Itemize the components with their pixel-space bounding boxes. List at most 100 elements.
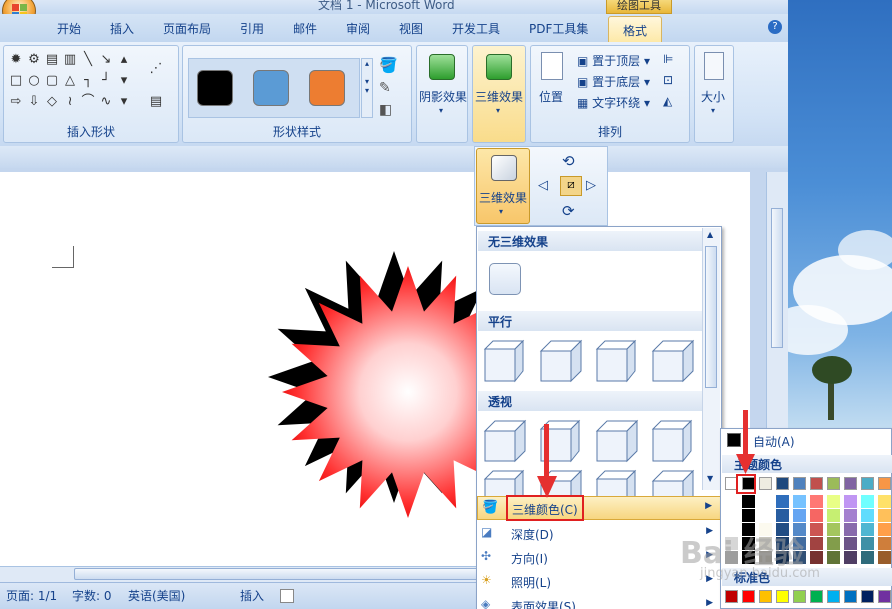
standard-color-swatch[interactable] xyxy=(793,590,806,603)
standard-color-swatch[interactable] xyxy=(878,590,891,603)
style-gallery-scroll[interactable]: ▴ ▾ ▾ xyxy=(361,58,373,118)
chevron-down-icon[interactable]: ▾ xyxy=(439,106,443,115)
tab-review[interactable]: 审阅 xyxy=(346,20,370,37)
theme-color-swatch[interactable] xyxy=(844,477,857,490)
theme-color-shade[interactable] xyxy=(844,509,857,522)
shape-rect-icon[interactable]: □ xyxy=(8,73,24,89)
tab-references[interactable]: 引用 xyxy=(240,20,264,37)
tab-format[interactable]: 格式 xyxy=(608,16,662,42)
shape-more-icon[interactable]: ▾ xyxy=(116,73,132,89)
group-icon[interactable]: ⊡ xyxy=(663,73,673,87)
theme-color-shade[interactable] xyxy=(878,509,891,522)
theme-color-shade[interactable] xyxy=(827,537,840,550)
tab-view[interactable]: 视图 xyxy=(399,20,423,37)
gallery-scroll-thumb[interactable] xyxy=(705,246,717,388)
tilt-down-icon[interactable]: ⟳ xyxy=(562,202,575,220)
scroll-up-icon[interactable]: ▲ xyxy=(707,230,713,239)
style-swatch-blue[interactable] xyxy=(253,70,289,106)
align-icon[interactable]: ⊫ xyxy=(663,52,673,66)
tab-insert[interactable]: 插入 xyxy=(110,20,134,37)
theme-color-shade[interactable] xyxy=(844,495,857,508)
theme-color-shade[interactable] xyxy=(844,551,857,564)
standard-color-swatch[interactable] xyxy=(844,590,857,603)
macro-record-icon[interactable] xyxy=(280,589,294,603)
standard-color-swatch[interactable] xyxy=(725,590,738,603)
shape-triangle-icon[interactable]: △ xyxy=(62,73,78,89)
theme-color-shade[interactable] xyxy=(810,509,823,522)
shape-right-arrow-icon[interactable]: ⇨ xyxy=(8,94,24,110)
shape-callout-icon[interactable]: ◇ xyxy=(44,94,60,110)
theme-color-swatch[interactable] xyxy=(759,477,772,490)
theme-color-shade[interactable] xyxy=(861,509,874,522)
tilt-right-icon[interactable]: ▷ xyxy=(586,178,596,193)
theme-color-shade[interactable] xyxy=(844,537,857,550)
theme-color-shade[interactable] xyxy=(759,509,772,522)
shape-roundrect-icon[interactable]: ▢ xyxy=(44,73,60,89)
theme-color-swatch[interactable] xyxy=(810,477,823,490)
theme-color-shade[interactable] xyxy=(776,495,789,508)
standard-color-swatch[interactable] xyxy=(759,590,772,603)
theme-color-swatch[interactable] xyxy=(793,477,806,490)
tilt-up-icon[interactable]: ⟲ xyxy=(562,152,575,170)
change-shape-icon[interactable]: ◧ xyxy=(379,102,392,118)
theme-color-shade[interactable] xyxy=(861,523,874,536)
shape-expand-icon[interactable]: ▾ xyxy=(116,94,132,110)
shape-arc-icon[interactable]: ⌒ xyxy=(80,94,96,110)
shape-vtextbox-icon[interactable]: ▥ xyxy=(62,52,78,68)
shape-elbow-arrow-icon[interactable]: ┘ xyxy=(98,73,114,89)
shadow-effects-label[interactable]: 阴影效果 xyxy=(419,88,467,105)
no-3d-option[interactable] xyxy=(489,263,521,295)
3d-toggle-icon[interactable]: ⧄ xyxy=(560,176,582,196)
theme-color-shade[interactable] xyxy=(810,523,823,536)
shape-star16-icon[interactable]: ✹ xyxy=(8,52,24,68)
theme-color-shade[interactable] xyxy=(878,537,891,550)
theme-color-shade[interactable] xyxy=(742,509,755,522)
tab-mailings[interactable]: 邮件 xyxy=(293,20,317,37)
size-icon[interactable] xyxy=(704,52,724,80)
tab-home[interactable]: 开始 xyxy=(57,20,81,37)
theme-color-shade[interactable] xyxy=(827,509,840,522)
shape-textbox-icon[interactable]: ▤ xyxy=(44,52,60,68)
theme-color-shade[interactable] xyxy=(759,495,772,508)
status-mode[interactable]: 插入 xyxy=(240,587,264,604)
chevron-down-icon[interactable]: ▾ xyxy=(711,106,715,115)
shadow-effects-icon[interactable] xyxy=(429,54,455,80)
shape-outline-icon[interactable]: ✎ xyxy=(379,80,391,96)
theme-color-shade[interactable] xyxy=(810,551,823,564)
3d-effects-icon[interactable] xyxy=(486,54,512,80)
shape-line-icon[interactable]: ╲ xyxy=(80,52,96,68)
3d-effects-label[interactable]: 三维效果 xyxy=(475,88,523,105)
shape-oval-icon[interactable]: ○ xyxy=(26,73,42,89)
theme-color-shade[interactable] xyxy=(861,537,874,550)
theme-color-swatch[interactable] xyxy=(827,477,840,490)
theme-color-shade[interactable] xyxy=(878,523,891,536)
bring-to-front-button[interactable]: ▣ 置于顶层 ▾ xyxy=(577,52,650,69)
edit-points-icon[interactable]: ⋰ xyxy=(148,61,164,77)
theme-color-swatch[interactable] xyxy=(878,477,891,490)
tab-pdf-tools[interactable]: PDF工具集 xyxy=(529,20,588,37)
theme-color-shade[interactable] xyxy=(827,551,840,564)
theme-color-shade[interactable] xyxy=(742,495,755,508)
shape-arrow-line-icon[interactable]: ↘ xyxy=(98,52,114,68)
help-icon[interactable]: ? xyxy=(768,20,782,34)
menu-surface[interactable]: ◈ 表面效果(S) ▶ xyxy=(477,594,721,609)
tilt-left-icon[interactable]: ◁ xyxy=(538,178,548,193)
standard-color-swatch[interactable] xyxy=(810,590,823,603)
menu-lighting[interactable]: ☀ 照明(L) ▶ xyxy=(477,570,721,594)
position-label[interactable]: 位置 xyxy=(539,88,563,105)
theme-color-shade[interactable] xyxy=(725,509,738,522)
theme-color-shade[interactable] xyxy=(810,495,823,508)
style-swatch-black[interactable] xyxy=(197,70,233,106)
standard-color-swatch[interactable] xyxy=(742,590,755,603)
theme-color-shade[interactable] xyxy=(844,523,857,536)
theme-color-shade[interactable] xyxy=(861,495,874,508)
starburst-shape[interactable] xyxy=(262,232,482,522)
position-icon[interactable] xyxy=(541,52,563,80)
3d-effects-active-button[interactable]: 三维效果 ▾ xyxy=(476,148,530,224)
vertical-scroll-thumb[interactable] xyxy=(771,208,783,348)
shape-elbow-icon[interactable]: ┐ xyxy=(80,73,96,89)
text-wrap-button[interactable]: ▦ 文字环绕 ▾ xyxy=(577,94,650,111)
theme-color-shade[interactable] xyxy=(827,495,840,508)
rotate-icon[interactable]: ◭ xyxy=(663,94,672,108)
theme-color-shade[interactable] xyxy=(793,495,806,508)
